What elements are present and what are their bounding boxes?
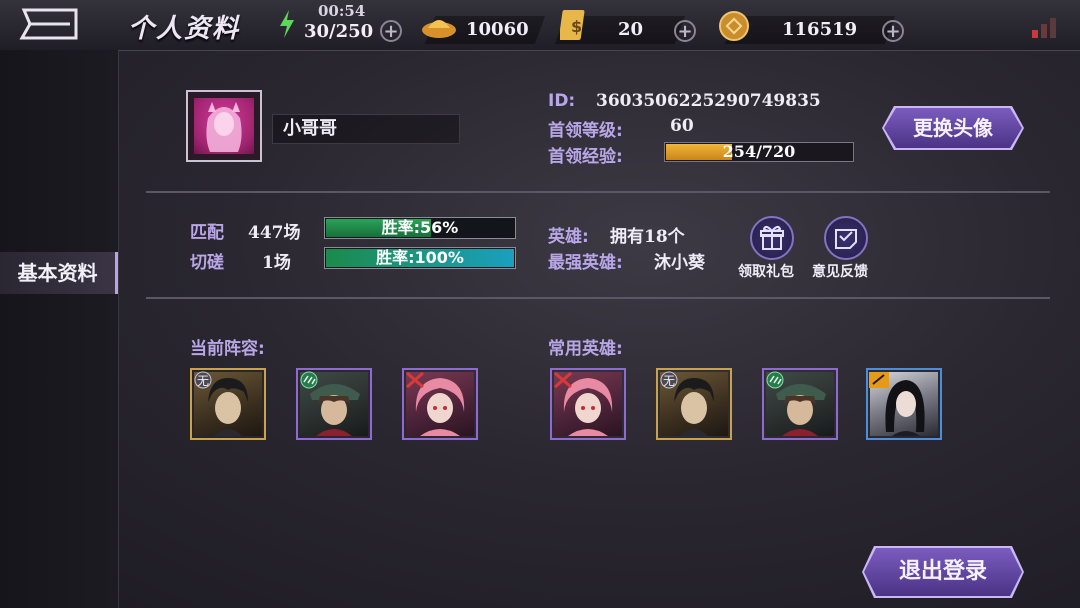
exp-bar: 254/720 [664,142,854,162]
back-icon[interactable] [18,8,80,40]
spar-winrate-bar: 胜率:100% [324,247,516,269]
red-cross-icon [406,371,424,389]
no-element-icon: 无 [660,371,678,389]
frequent-hero-3[interactable] [762,368,838,440]
lightning-icon [280,10,294,38]
exp-label: 首领经验: [548,147,623,167]
feedback-button[interactable] [824,216,868,260]
add-coin-button[interactable]: + [882,20,904,42]
coin-value: 116519 [782,19,858,40]
ticket-value: 20 [618,19,644,40]
signal-icon [1032,18,1056,38]
no-element-icon: 无 [194,371,212,389]
feedback-icon [835,229,857,249]
add-ticket-button[interactable]: + [674,20,696,42]
spar-count: 1场 [262,253,291,273]
stamina-value: 30/250 [304,21,374,42]
tab-basic-info[interactable]: 基本资料 [0,252,118,294]
page-title: 个人资料 [128,14,241,44]
logout-button[interactable]: 退出登录 [864,548,1022,596]
change-avatar-button[interactable]: 更换头像 [884,108,1022,148]
gift-button[interactable] [750,216,794,260]
exp-text: 254/720 [722,142,796,161]
lineup-hero-1[interactable]: 无 [190,368,266,440]
top-bar: 个人资料 00:54 30/250 + 10060 $ 20 + 116519 … [0,0,1080,51]
svg-text:$: $ [571,17,582,36]
orange-blade-icon [869,372,889,388]
avatar-image [194,98,254,154]
level-label: 首领等级: [548,121,623,141]
gold-ingot-icon [422,20,456,38]
sidebar: 基本资料 [0,50,119,608]
current-lineup-title: 当前阵容: [190,339,265,359]
element-tag [298,370,320,390]
element-tag [868,370,890,390]
frequent-heroes-title: 常用英雄: [548,339,623,359]
match-winrate-text: 胜率:56% [381,218,459,237]
no-element-tag: 无 [192,370,214,390]
match-winrate-bar: 胜率:56% [324,217,516,239]
avatar[interactable] [186,90,262,162]
frequent-hero-2[interactable]: 无 [656,368,732,440]
level-value: 60 [670,116,694,136]
gold-value: 10060 [466,19,529,40]
tag-none-text: 无 [197,374,209,388]
clock-text: 00:54 [318,2,366,20]
tag-none-text: 无 [663,374,675,388]
element-tag [764,370,786,390]
spar-label: 切磋 [190,253,224,273]
divider-middle [146,297,1050,299]
id-value: 3603506225290749835 [596,91,821,111]
ticket-icon: $ [560,10,585,40]
divider-top [146,191,1050,193]
girl-silhouette-icon [206,102,242,152]
element-tag [552,370,574,390]
player-name: 小哥哥 [272,114,460,144]
lineup-hero-2[interactable] [296,368,372,440]
frequent-hero-4[interactable] [866,368,942,440]
match-count: 447场 [248,223,301,243]
id-label: ID: [548,91,576,111]
match-label: 匹配 [190,223,224,243]
heroes-value: 拥有18个 [610,227,685,247]
green-claw-icon [766,371,784,389]
lineup-hero-3[interactable] [402,368,478,440]
strongest-hero-label: 最强英雄: [548,253,623,273]
strongest-hero-value: 沐小葵 [654,253,705,273]
gift-label[interactable]: 领取礼包 [738,261,794,281]
no-element-tag: 无 [658,370,680,390]
coin-icon [719,11,749,41]
green-claw-icon [300,371,318,389]
frequent-hero-1[interactable] [550,368,626,440]
element-tag [404,370,426,390]
gift-icon [760,225,784,250]
add-stamina-button[interactable]: + [380,20,402,42]
red-cross-icon [554,371,572,389]
feedback-label[interactable]: 意见反馈 [812,261,868,281]
heroes-label: 英雄: [548,227,589,247]
spar-winrate-text: 胜率:100% [376,248,464,267]
